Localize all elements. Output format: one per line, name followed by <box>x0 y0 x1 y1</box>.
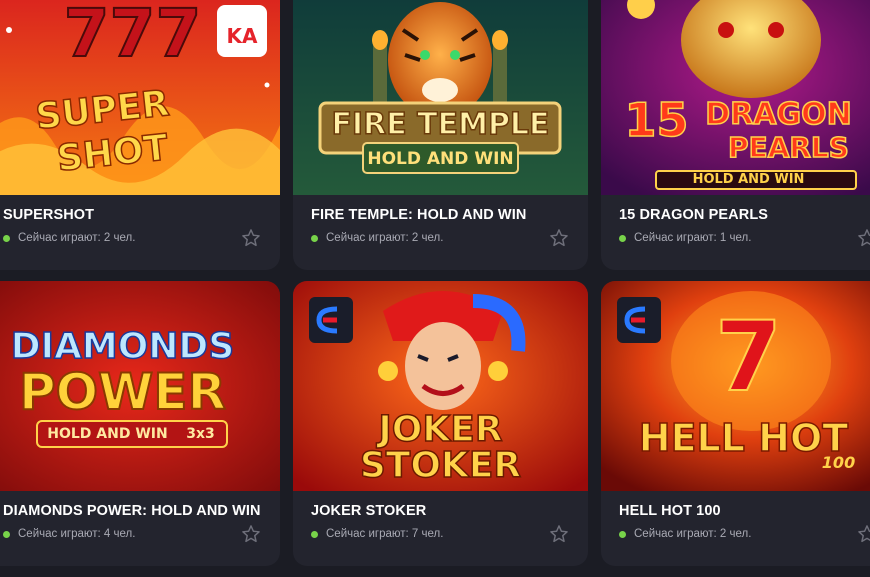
art-100: 100 <box>821 453 856 472</box>
game-info: SUPERSHOT Сейчас играют: 2 чел. <box>0 195 280 270</box>
provider-logo-icon <box>309 297 353 343</box>
art-3x3: 3x3 <box>186 426 215 442</box>
art-dragon: DRAGON <box>705 96 853 133</box>
online-dot-icon <box>3 530 10 538</box>
star-icon[interactable] <box>240 227 262 249</box>
online-text: Сейчас играют: 2 чел. <box>634 528 752 540</box>
art-777: 777 <box>63 0 203 73</box>
star-icon[interactable] <box>548 227 570 249</box>
star-icon[interactable] <box>856 227 870 249</box>
game-title[interactable]: JOKER STOKER <box>311 503 426 519</box>
game-info: 15 DRAGON PEARLS Сейчас играют: 1 чел. <box>601 195 870 270</box>
online-dot-icon <box>311 530 318 538</box>
online-dot-icon <box>619 530 626 538</box>
game-thumbnail[interactable]: 7 HELL HOT 100 <box>601 281 870 491</box>
online-dot-icon <box>619 234 626 242</box>
game-info: JOKER STOKER Сейчас играют: 7 чел. <box>293 491 588 566</box>
online-count: Сейчас играют: 2 чел. <box>3 232 135 244</box>
online-text: Сейчас играют: 2 чел. <box>18 232 136 244</box>
art-diamonds: DIAMONDS <box>10 325 235 368</box>
online-count: Сейчас играют: 2 чел. <box>311 232 443 244</box>
art-hold-and-win: HOLD AND WIN <box>692 172 805 187</box>
online-text: Сейчас играют: 7 чел. <box>326 528 444 540</box>
online-text: Сейчас играют: 1 чел. <box>634 232 752 244</box>
art-joker: JOKER <box>378 408 504 451</box>
art-power: POWER <box>18 362 227 422</box>
online-dot-icon <box>311 234 318 242</box>
game-title[interactable]: 15 DRAGON PEARLS <box>619 207 768 223</box>
game-card-joker-stoker[interactable]: JOKER STOKER JOKER STOKER Сейчас играют:… <box>293 281 588 566</box>
art-pearls: PEARLS <box>727 130 849 165</box>
game-thumbnail[interactable]: DIAMONDS POWER HOLD AND WIN 3x3 <box>0 281 280 491</box>
game-thumbnail[interactable]: FIRE TEMPLE HOLD AND WIN <box>293 0 588 195</box>
star-icon[interactable] <box>240 523 262 545</box>
game-thumbnail[interactable]: KA 777 SUPER SHOT <box>0 0 280 195</box>
game-title[interactable]: HELL HOT 100 <box>619 503 721 519</box>
game-info: HELL HOT 100 Сейчас играют: 2 чел. <box>601 491 870 566</box>
online-text: Сейчас играют: 4 чел. <box>18 528 136 540</box>
game-title[interactable]: SUPERSHOT <box>3 207 94 223</box>
art-7: 7 <box>714 300 783 414</box>
star-icon[interactable] <box>856 523 870 545</box>
game-title[interactable]: DIAMONDS POWER: HOLD AND WIN <box>3 503 261 519</box>
game-thumbnail[interactable]: JOKER STOKER <box>293 281 588 491</box>
online-dot-icon <box>3 234 10 242</box>
star-icon[interactable] <box>548 523 570 545</box>
online-count: Сейчас играют: 1 чел. <box>619 232 751 244</box>
art-hold-and-win: HOLD AND WIN <box>367 149 514 169</box>
game-card-hell-hot-100[interactable]: 7 HELL HOT 100 HELL HOT 100 Сейчас играю… <box>601 281 870 566</box>
game-card-supershot[interactable]: KA 777 SUPER SHOT SUPERSHOT Сейчас играю… <box>0 0 280 270</box>
art-stoker: STOKER <box>359 444 522 487</box>
game-card-15-dragon-pearls[interactable]: 15 DRAGON PEARLS HOLD AND WIN 15 DRAGON … <box>601 0 870 270</box>
game-title[interactable]: FIRE TEMPLE: HOLD AND WIN <box>311 207 526 223</box>
art-fire-temple: FIRE TEMPLE <box>331 106 551 143</box>
game-card-diamonds-power[interactable]: DIAMONDS POWER HOLD AND WIN 3x3 DIAMONDS… <box>0 281 280 566</box>
game-thumbnail[interactable]: 15 DRAGON PEARLS HOLD AND WIN <box>601 0 870 195</box>
online-text: Сейчас играют: 2 чел. <box>326 232 444 244</box>
online-count: Сейчас играют: 4 чел. <box>3 528 135 540</box>
game-card-fire-temple[interactable]: FIRE TEMPLE HOLD AND WIN FIRE TEMPLE: HO… <box>293 0 588 270</box>
online-count: Сейчас играют: 2 чел. <box>619 528 751 540</box>
game-info: FIRE TEMPLE: HOLD AND WIN Сейчас играют:… <box>293 195 588 270</box>
game-info: DIAMONDS POWER: HOLD AND WIN Сейчас игра… <box>0 491 280 566</box>
games-grid: KA 777 SUPER SHOT SUPERSHOT Сейчас играю… <box>0 0 870 577</box>
online-count: Сейчас играют: 7 чел. <box>311 528 443 540</box>
